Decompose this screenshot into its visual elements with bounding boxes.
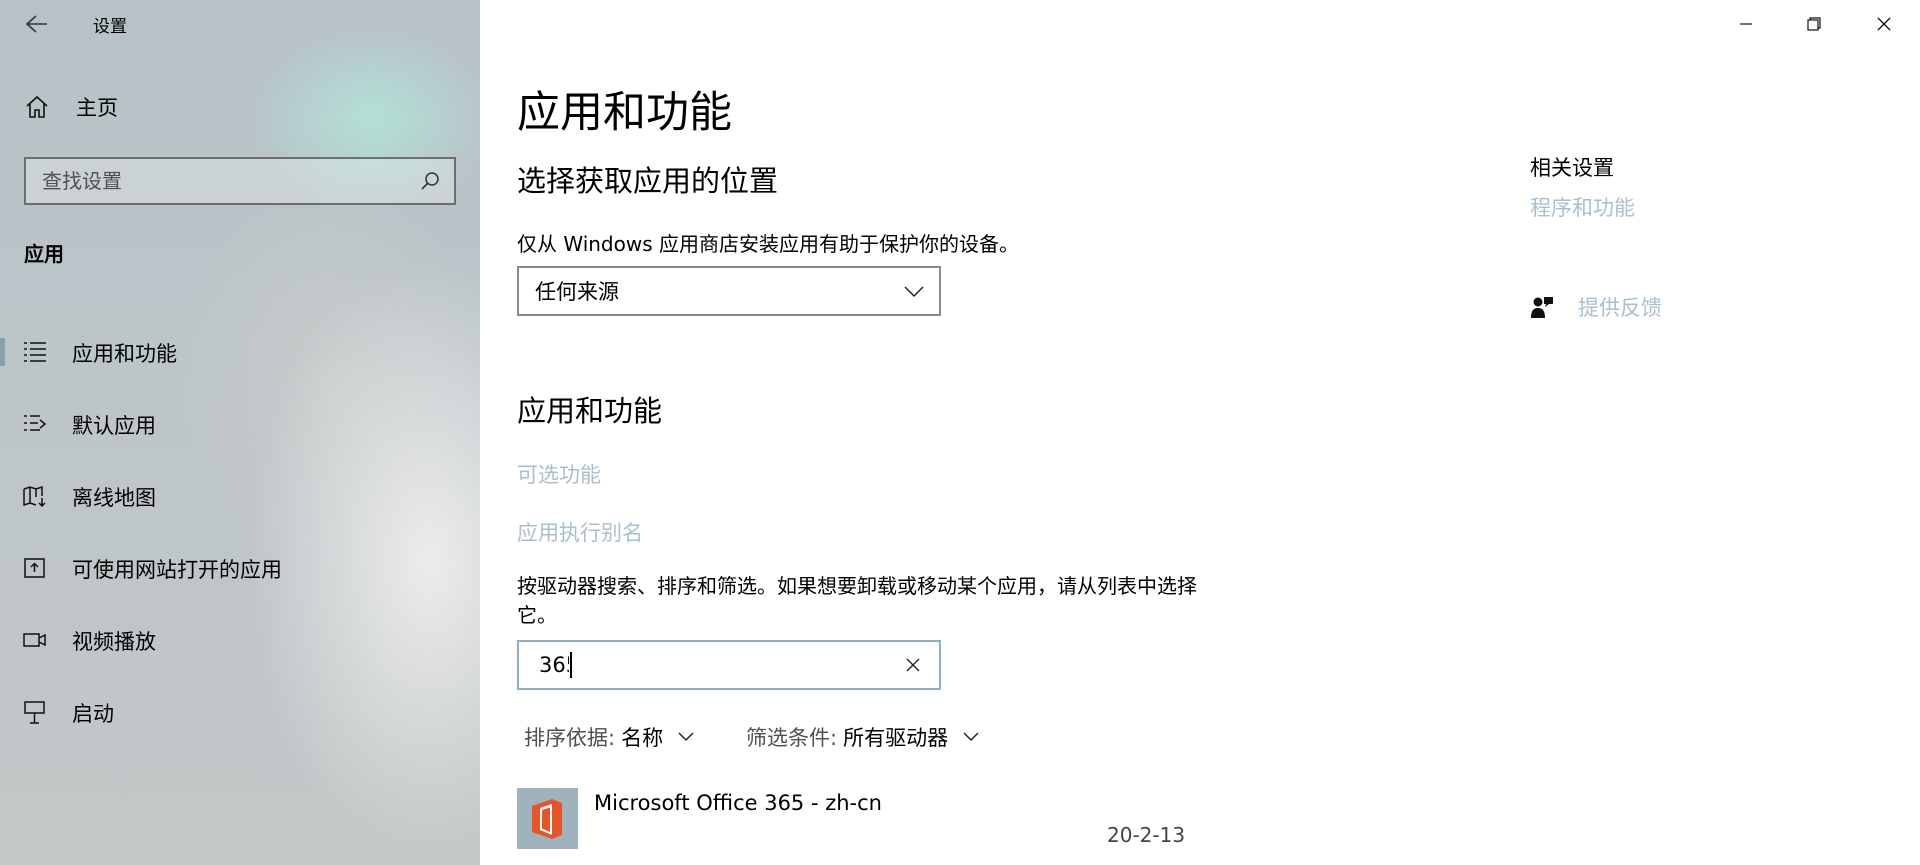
sidebar-home-label: 主页 bbox=[76, 96, 118, 120]
sidebar-item-apps-features[interactable]: 应用和功能 bbox=[0, 316, 480, 388]
office-icon bbox=[517, 788, 578, 849]
install-source-dropdown[interactable]: 任何来源 bbox=[517, 266, 941, 316]
sidebar-item-label: 视频播放 bbox=[72, 630, 156, 654]
apps-section-heading: 应用和功能 bbox=[517, 394, 663, 428]
apps-help-text: 按驱动器搜索、排序和筛选。如果想要卸载或移动某个应用，请从列表中选择它。 bbox=[517, 574, 1197, 627]
sidebar: 设置 主页 应用 应用和功能 默认应用 离线地图 bbox=[0, 0, 480, 865]
clear-search-button[interactable] bbox=[893, 645, 933, 685]
filter-by-key: 筛选条件: bbox=[746, 726, 838, 750]
apps-list-icon bbox=[23, 340, 47, 364]
apps-for-websites-icon bbox=[23, 556, 47, 580]
settings-search-box[interactable] bbox=[24, 157, 456, 205]
search-icon[interactable] bbox=[412, 163, 448, 199]
close-icon bbox=[1876, 16, 1892, 32]
home-icon bbox=[24, 94, 50, 120]
sidebar-item-label: 应用和功能 bbox=[72, 342, 177, 366]
startup-icon bbox=[23, 700, 47, 724]
default-apps-icon bbox=[23, 412, 47, 436]
sidebar-item-startup[interactable]: 启动 bbox=[0, 676, 480, 748]
settings-search-input[interactable] bbox=[26, 168, 412, 194]
install-source-heading: 选择获取应用的位置 bbox=[517, 164, 779, 198]
minimize-button[interactable] bbox=[1712, 0, 1780, 48]
sort-by-dropdown[interactable]: 排序依据: 名称 bbox=[524, 722, 695, 752]
app-search-box[interactable] bbox=[517, 640, 941, 690]
minimize-icon bbox=[1738, 16, 1754, 32]
sidebar-item-apps-for-websites[interactable]: 可使用网站打开的应用 bbox=[0, 532, 480, 604]
optional-features-link[interactable]: 可选功能 bbox=[517, 459, 601, 489]
chevron-down-icon bbox=[962, 731, 980, 743]
sidebar-item-offline-maps[interactable]: 离线地图 bbox=[0, 460, 480, 532]
back-button[interactable] bbox=[16, 10, 56, 38]
related-settings-heading: 相关设置 bbox=[1530, 156, 1614, 180]
sidebar-item-label: 离线地图 bbox=[72, 486, 156, 510]
offline-maps-icon bbox=[23, 484, 47, 508]
install-source-description: 仅从 Windows 应用商店安装应用有助于保护你的设备。 bbox=[517, 232, 1019, 256]
sidebar-section-heading: 应用 bbox=[24, 242, 64, 266]
chevron-down-icon bbox=[903, 284, 925, 298]
chevron-down-icon bbox=[677, 731, 695, 743]
sidebar-item-label: 默认应用 bbox=[72, 414, 156, 438]
filter-by-value: 所有驱动器 bbox=[843, 726, 949, 750]
sidebar-item-default-apps[interactable]: 默认应用 bbox=[0, 388, 480, 460]
filter-by-dropdown[interactable]: 筛选条件: 所有驱动器 bbox=[746, 722, 980, 752]
app-install-date: 20-2-13 bbox=[1107, 823, 1186, 847]
app-list-item[interactable]: Microsoft Office 365 - zh-cn 20-2-13 bbox=[517, 788, 1185, 858]
clear-icon bbox=[905, 657, 921, 673]
close-button[interactable] bbox=[1850, 0, 1918, 48]
restore-button[interactable] bbox=[1780, 0, 1848, 48]
install-source-selected: 任何来源 bbox=[535, 280, 619, 304]
restore-icon bbox=[1806, 16, 1822, 32]
app-search-input[interactable] bbox=[537, 652, 571, 678]
sidebar-home[interactable]: 主页 bbox=[24, 92, 118, 122]
sidebar-item-label: 可使用网站打开的应用 bbox=[72, 558, 282, 582]
app-name: Microsoft Office 365 - zh-cn bbox=[594, 791, 882, 815]
sidebar-item-label: 启动 bbox=[72, 702, 114, 726]
sort-by-key: 排序依据: bbox=[524, 726, 616, 750]
window-title: 设置 bbox=[93, 17, 127, 37]
sort-by-value: 名称 bbox=[621, 726, 664, 750]
sidebar-nav: 应用和功能 默认应用 离线地图 可使用网站打开的应用 视频播放 启动 bbox=[0, 316, 480, 748]
back-arrow-icon bbox=[16, 10, 56, 38]
video-playback-icon bbox=[23, 628, 47, 652]
text-caret bbox=[570, 652, 572, 678]
give-feedback-link[interactable]: 提供反馈 bbox=[1530, 292, 1662, 322]
page-title: 应用和功能 bbox=[517, 88, 732, 138]
give-feedback-label: 提供反馈 bbox=[1578, 296, 1662, 320]
sidebar-item-video-playback[interactable]: 视频播放 bbox=[0, 604, 480, 676]
programs-and-features-link[interactable]: 程序和功能 bbox=[1530, 192, 1635, 222]
app-execution-aliases-link[interactable]: 应用执行别名 bbox=[517, 517, 643, 547]
feedback-icon bbox=[1530, 295, 1554, 319]
